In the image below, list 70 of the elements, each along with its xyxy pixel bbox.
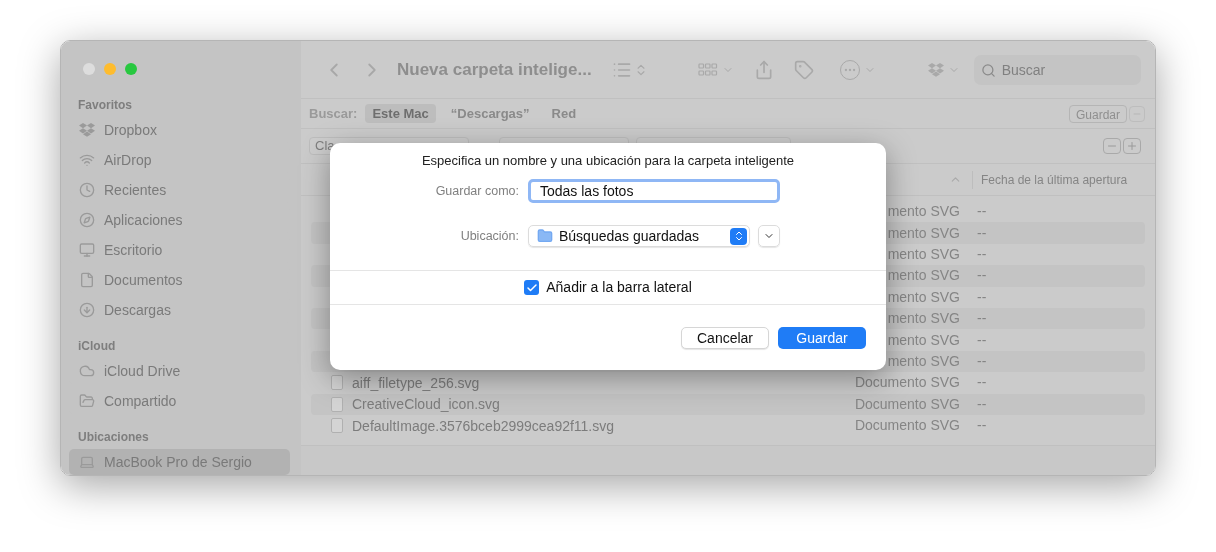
file-name: DefaultImage.3576bceb2999cea92f11.svg xyxy=(352,417,615,434)
field-label: Ubicación: xyxy=(459,227,519,245)
cloud-icon xyxy=(79,363,95,379)
download-icon xyxy=(79,302,95,318)
dropbox-icon[interactable] xyxy=(927,62,944,77)
sidebar-section-title: Ubicaciones xyxy=(78,429,150,445)
file-date: -- xyxy=(977,309,987,329)
file-date: -- xyxy=(977,202,987,222)
file-date: -- xyxy=(977,266,987,286)
file-type: mento SVG xyxy=(887,309,960,329)
file-type: mento SVG xyxy=(887,223,960,243)
scope-tab[interactable]: Red xyxy=(544,104,584,123)
document-icon xyxy=(79,272,95,288)
column-header[interactable]: Fecha de la última apertura xyxy=(981,170,1128,189)
field-label: Guardar como: xyxy=(434,182,519,200)
folder-icon xyxy=(79,393,95,409)
scope-tab[interactable]: Este Mac xyxy=(365,104,436,123)
file-date: -- xyxy=(977,244,987,264)
file-date: -- xyxy=(977,373,987,393)
sidebar-item[interactable]: MacBook Pro de Sergio xyxy=(69,449,290,475)
file-type: mento SVG xyxy=(887,244,960,264)
checkbox-label: Añadir a la barra lateral xyxy=(546,278,692,297)
file-type: mento SVG xyxy=(887,330,960,350)
dropbox-icon xyxy=(79,123,95,137)
file-type: Documento SVG xyxy=(854,373,960,393)
file-type: mento SVG xyxy=(887,351,960,371)
file-date: -- xyxy=(977,330,987,350)
window-title: Nueva carpeta intelige... xyxy=(397,58,592,81)
file-name: CreativeCloud_icon.svg xyxy=(352,396,500,413)
file-type: Documento SVG xyxy=(854,416,960,436)
file-date: -- xyxy=(977,416,987,436)
location-popup[interactable]: Búsquedas guardadas xyxy=(528,225,750,247)
stepper-icon xyxy=(730,227,747,245)
file-type: Documento SVG xyxy=(854,394,960,414)
file-icon xyxy=(330,375,343,391)
cancel-button[interactable]: Cancelar xyxy=(681,327,769,349)
search-icon xyxy=(980,62,996,78)
save-search-button[interactable]: Guardar xyxy=(1068,104,1127,123)
laptop-icon xyxy=(79,454,95,470)
scope-tab[interactable]: “Descargas” xyxy=(443,104,537,123)
file-row[interactable]: CreativeCloud_icon.svg Documento SVG -- xyxy=(311,393,1145,415)
file-type: mento SVG xyxy=(887,202,960,222)
file-date: -- xyxy=(977,394,987,414)
dialog-message: Especifica un nombre y una ubicación para la carpeta inteligente xyxy=(420,153,796,169)
name-field[interactable]: Todas las fotos xyxy=(528,179,780,203)
clock-icon xyxy=(79,182,95,198)
save-button[interactable]: Guardar xyxy=(778,327,866,349)
file-date: -- xyxy=(977,223,987,243)
file-date: -- xyxy=(977,351,987,371)
monitor-icon xyxy=(79,242,95,258)
sidebar-checkbox[interactable] xyxy=(524,280,540,295)
file-date: -- xyxy=(977,287,987,307)
compass-icon xyxy=(79,212,95,228)
file-name: aiff_filetype_256.svg xyxy=(352,374,480,391)
tag-icon[interactable] xyxy=(793,59,814,80)
file-icon xyxy=(330,418,343,434)
wireless-icon xyxy=(79,152,95,168)
sidebar-section-title: Favoritos xyxy=(78,97,133,113)
grid-icon xyxy=(697,61,718,78)
search-field[interactable]: Buscar xyxy=(973,54,1141,85)
file-row[interactable]: aiff_filetype_256.svg Documento SVG -- xyxy=(311,372,1145,394)
file-row[interactable]: DefaultImage.3576bceb2999cea92f11.svg Documento SVG -- xyxy=(311,414,1145,437)
folder-icon xyxy=(537,228,553,244)
expand-icon[interactable] xyxy=(758,225,780,247)
file-type: mento SVG xyxy=(887,266,960,286)
file-type: mento SVG xyxy=(887,287,960,307)
file-icon xyxy=(330,396,343,412)
sidebar-section-title: iCloud xyxy=(78,338,117,354)
plus-icon[interactable] xyxy=(1123,138,1141,154)
minus-icon[interactable] xyxy=(1103,138,1121,154)
